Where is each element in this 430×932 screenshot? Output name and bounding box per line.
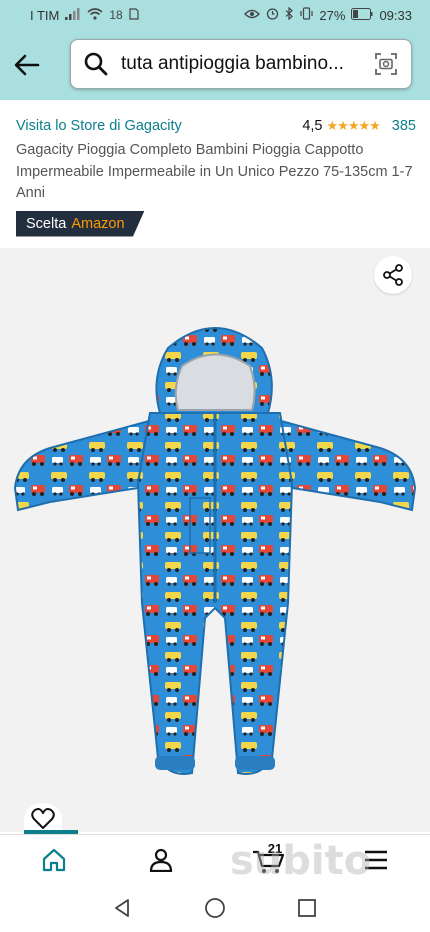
- product-info: Visita lo Store di Gagacity 4,5 ★★★★★ 38…: [16, 112, 416, 237]
- store-rating-row: Visita lo Store di Gagacity 4,5 ★★★★★ 38…: [16, 112, 416, 140]
- back-arrow-icon: [14, 54, 40, 76]
- camera-search-icon[interactable]: [373, 51, 399, 77]
- system-recents-button[interactable]: [294, 895, 320, 921]
- clock-label: 09:33: [379, 7, 412, 23]
- home-circle-icon: [205, 898, 225, 918]
- review-count[interactable]: 385: [392, 118, 416, 134]
- home-icon: [42, 848, 65, 871]
- rating-summary[interactable]: 4,5 ★★★★★ 385: [302, 118, 416, 134]
- bottom-nav: 21: [0, 834, 430, 884]
- eye-icon: [244, 8, 261, 23]
- system-home-button[interactable]: [202, 895, 228, 921]
- bluetooth-icon: [285, 6, 294, 23]
- rating-value: 4,5: [302, 118, 323, 134]
- battery-icon: [351, 7, 373, 23]
- status-right: 27% 09:33: [244, 6, 412, 23]
- product-page: I TIM 18 27% 09:33 tuta antipioggia bamb…: [0, 0, 430, 932]
- back-button[interactable]: [12, 50, 42, 80]
- status-bar: I TIM 18 27% 09:33: [0, 0, 430, 30]
- battery-label: 27%: [319, 7, 346, 23]
- sim-icon: [129, 7, 139, 23]
- amazon-choice-badge: Scelta Amazon: [16, 210, 145, 237]
- heart-icon: [31, 808, 55, 829]
- nav-menu[interactable]: [346, 835, 406, 885]
- alarm-icon: [266, 7, 279, 23]
- share-icon: [383, 264, 403, 286]
- system-nav-bar: [0, 884, 430, 932]
- badge-brand: Amazon: [71, 215, 125, 232]
- system-back-button[interactable]: [110, 895, 136, 921]
- share-button[interactable]: [374, 256, 412, 294]
- rating-stars: ★★★★★: [326, 118, 381, 133]
- nav-cart[interactable]: 21: [239, 835, 299, 885]
- account-icon: [150, 848, 173, 872]
- status-left: I TIM 18: [30, 7, 139, 23]
- search-header: tuta antipioggia bambino...: [0, 30, 430, 100]
- search-query-text[interactable]: tuta antipioggia bambino...: [121, 53, 365, 75]
- recents-square-icon: [298, 899, 316, 917]
- cart-count: 21: [267, 840, 283, 856]
- signal-icon: [65, 7, 81, 23]
- search-bar[interactable]: tuta antipioggia bambino...: [70, 39, 412, 89]
- menu-icon: [365, 850, 388, 869]
- store-link[interactable]: Visita lo Store di Gagacity: [16, 118, 182, 134]
- back-triangle-icon: [115, 899, 129, 917]
- network-label: 18: [109, 8, 123, 22]
- vibrate-icon: [300, 7, 314, 23]
- nav-account[interactable]: [131, 835, 191, 885]
- badge-prefix: Scelta: [26, 215, 67, 232]
- product-image-raincoat: [13, 327, 417, 775]
- wifi-icon: [87, 7, 103, 23]
- carrier-label: I TIM: [30, 7, 60, 23]
- nav-home[interactable]: [24, 835, 84, 885]
- product-title: Gagacity Pioggia Completo Bambini Pioggi…: [16, 142, 413, 201]
- search-icon[interactable]: [83, 51, 109, 77]
